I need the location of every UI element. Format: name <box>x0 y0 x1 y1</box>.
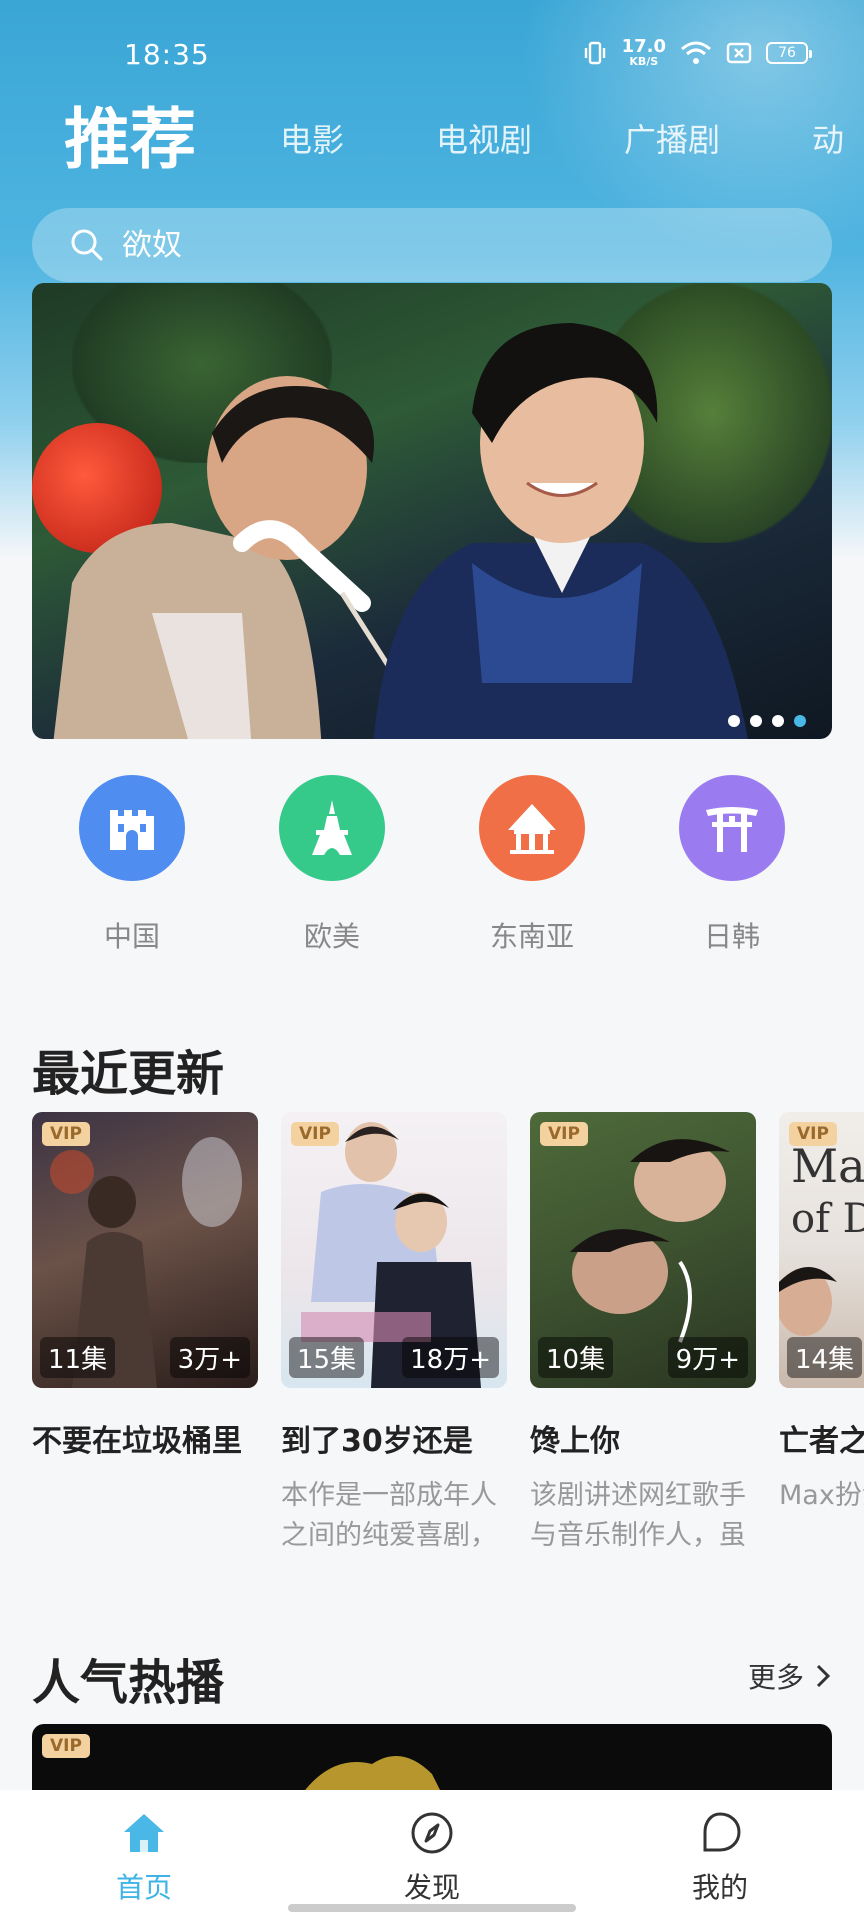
network-speed: 17.0 KB/S <box>621 36 666 68</box>
chevron-right-icon <box>816 1664 831 1688</box>
pagination-dot[interactable] <box>750 715 762 727</box>
temple-icon <box>479 775 585 881</box>
view-count: 9万+ <box>667 1337 748 1378</box>
episode-count: 10集 <box>538 1337 614 1378</box>
tab-tv-series[interactable]: 电视剧 <box>436 95 532 185</box>
nav-label: 首页 <box>115 1871 172 1904</box>
featured-banner[interactable] <box>32 283 832 739</box>
drama-card[interactable]: VIP 15集 18万+ 到了30岁还是 本作是一部成年人之间的纯爱喜剧， <box>281 1112 507 1552</box>
bottom-navigation: 首页 发现 我的 <box>0 1790 864 1920</box>
vip-badge: VIP <box>540 1122 588 1146</box>
region-china[interactable]: 中国 <box>62 775 202 955</box>
region-western[interactable]: 欧美 <box>262 775 402 955</box>
status-icons: 17.0 KB/S 76 <box>582 36 812 68</box>
region-label: 东南亚 <box>489 920 574 953</box>
view-count: 18万+ <box>402 1337 499 1378</box>
status-bar: 18:35 17.0 KB/S 76 <box>0 0 864 110</box>
nav-discover[interactable]: 发现 <box>362 1810 502 1906</box>
tab-radio-drama[interactable]: 广播剧 <box>624 95 720 185</box>
vip-badge: VIP <box>291 1122 339 1146</box>
wifi-icon <box>680 40 712 66</box>
drama-title: 馋上你 <box>530 1424 620 1459</box>
more-button[interactable]: 更多 <box>748 1656 832 1696</box>
svg-text:of D: of D <box>791 1196 864 1242</box>
nav-profile[interactable]: 我的 <box>650 1810 790 1906</box>
drama-description: 本作是一部成年人之间的纯爱喜剧， <box>281 1480 497 1551</box>
popular-card[interactable]: VIP <box>32 1724 832 1794</box>
recent-updates-list: VIP 11集 3万+ 不要在垃圾桶里 VIP 15集 18万+ 到了30岁还是… <box>32 1112 864 1552</box>
profile-icon <box>703 1812 741 1852</box>
more-label: 更多 <box>747 1661 804 1694</box>
vibrate-icon <box>582 40 608 66</box>
region-japan-korea[interactable]: 日韩 <box>662 775 802 955</box>
poster-image: VIP 11集 3万+ <box>32 1112 258 1388</box>
eiffel-tower-icon <box>279 775 385 881</box>
region-label: 欧美 <box>303 920 360 953</box>
nav-label: 发现 <box>403 1871 460 1904</box>
great-wall-icon <box>79 775 185 881</box>
region-shortcuts: 中国 欧美 东南亚 日韩 <box>0 775 864 965</box>
svg-text:Ma: Ma <box>791 1139 864 1193</box>
view-count: 3万+ <box>169 1337 250 1378</box>
category-tabs: 推荐 电影 电视剧 广播剧 动 <box>0 95 864 185</box>
drama-title: 到了30岁还是 <box>281 1424 473 1459</box>
status-time: 18:35 <box>124 38 210 71</box>
episode-count: 14集 <box>787 1337 863 1378</box>
search-input[interactable] <box>122 227 722 263</box>
drama-card[interactable]: Maof D VIP 14集 亡者之 Max扮演师，Tu <box>779 1112 864 1552</box>
sim-off-icon <box>726 41 752 65</box>
tab-recommend[interactable]: 推荐 <box>64 95 196 185</box>
search-bar[interactable] <box>32 208 832 282</box>
poster-image: VIP 15集 18万+ <box>281 1112 507 1388</box>
region-southeast-asia[interactable]: 东南亚 <box>462 775 602 955</box>
section-title-popular: 人气热播 <box>32 1655 225 1711</box>
network-speed-unit: KB/S <box>629 55 659 68</box>
drama-title: 不要在垃圾桶里 <box>32 1424 242 1459</box>
banner-pagination <box>728 715 806 727</box>
compass-icon <box>411 1812 453 1854</box>
battery-indicator: 76 <box>766 41 812 64</box>
pagination-dot-active[interactable] <box>794 715 806 727</box>
episode-count: 11集 <box>40 1337 116 1378</box>
home-indicator[interactable] <box>288 1904 576 1912</box>
region-label: 日韩 <box>703 920 760 953</box>
search-icon <box>71 229 103 261</box>
nav-home[interactable]: 首页 <box>74 1810 214 1906</box>
drama-title: 亡者之 <box>779 1424 864 1459</box>
episode-count: 15集 <box>289 1337 365 1378</box>
vip-badge: VIP <box>42 1122 90 1146</box>
tab-movies[interactable]: 电影 <box>280 95 344 185</box>
drama-card[interactable]: VIP 11集 3万+ 不要在垃圾桶里 <box>32 1112 258 1460</box>
pagination-dot[interactable] <box>728 715 740 727</box>
pagination-dot[interactable] <box>772 715 784 727</box>
poster-image: VIP 10集 9万+ <box>530 1112 756 1388</box>
drama-description: 该剧讲述网红歌手与音乐制作人，虽 <box>530 1480 746 1551</box>
poster-image <box>302 1756 442 1794</box>
banner-person-right <box>373 323 748 739</box>
drama-description: Max扮演师，Tu <box>779 1480 864 1511</box>
home-icon <box>124 1814 164 1852</box>
poster-image: Ma of D VIP 14集 <box>779 1112 864 1388</box>
region-label: 中国 <box>103 920 160 953</box>
torii-gate-icon <box>679 775 785 881</box>
section-title-recent: 最近更新 <box>32 1046 225 1102</box>
tab-animation[interactable]: 动 <box>812 95 844 185</box>
nav-label: 我的 <box>691 1871 748 1904</box>
network-speed-value: 17.0 <box>621 36 666 57</box>
banner-person-left <box>53 376 402 739</box>
vip-badge: VIP <box>789 1122 837 1146</box>
drama-card[interactable]: VIP 10集 9万+ 馋上你 该剧讲述网红歌手与音乐制作人，虽 <box>530 1112 756 1552</box>
